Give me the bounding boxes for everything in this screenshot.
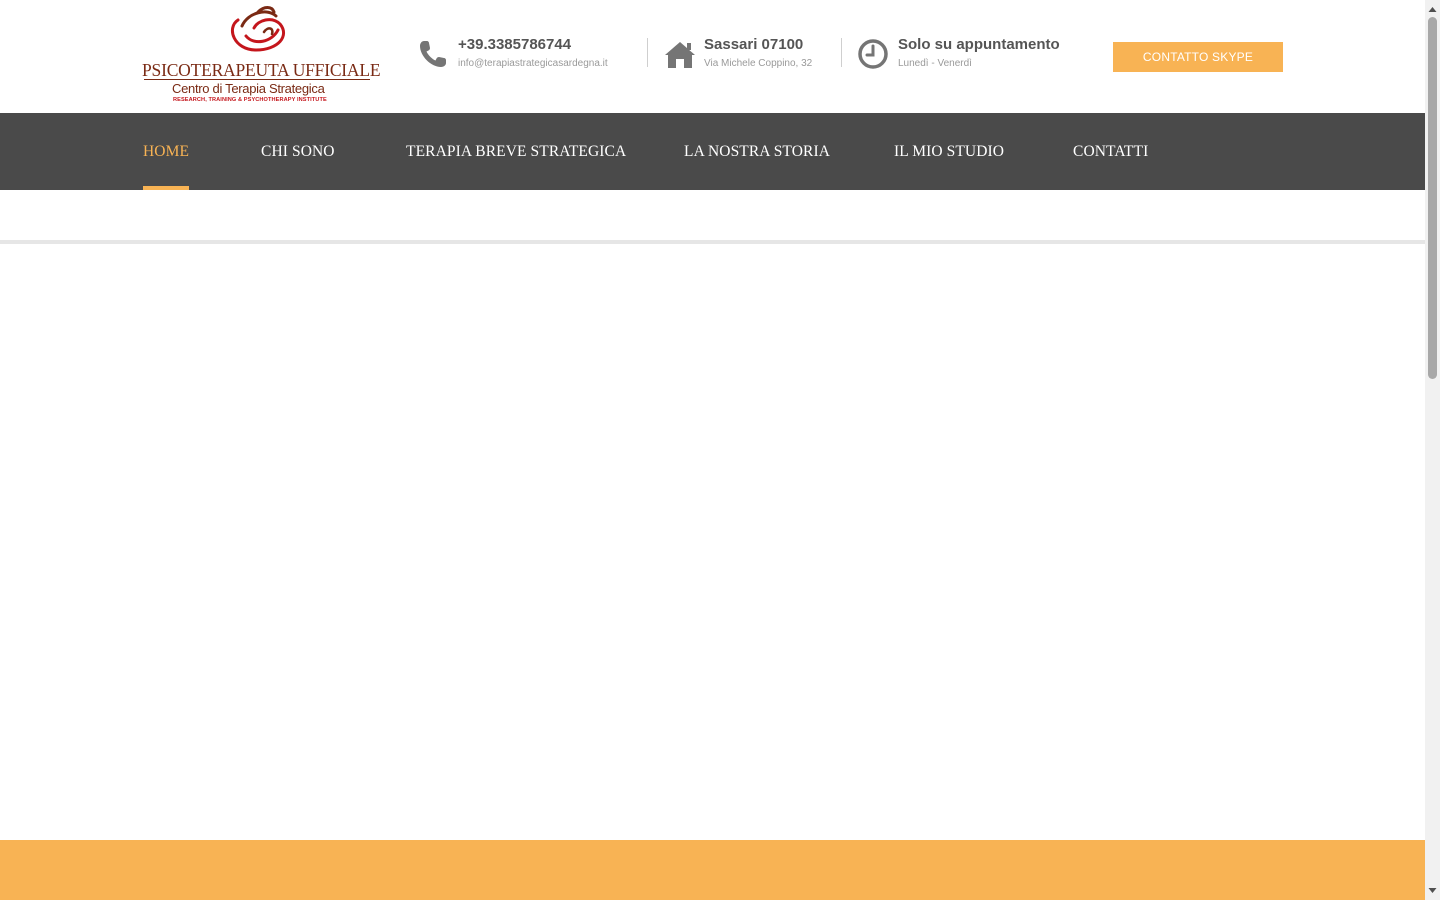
header-separator (841, 38, 842, 67)
page: PSICOTERAPEUTA UFFICIALE Centro di Terap… (0, 0, 1425, 900)
hours-days: Lunedì - Venerdì (898, 58, 972, 69)
home-icon (665, 42, 695, 68)
nav-item-label: TERAPIA BREVE STRATEGICA (406, 143, 627, 160)
nav-item-home[interactable]: HOME (143, 113, 190, 190)
nav-item-label: HOME (143, 143, 190, 160)
email-link[interactable]: info@terapiastrategicasardegna.it (458, 58, 608, 69)
city: Sassari 07100 (704, 36, 804, 53)
nav-item-chi-sono[interactable]: CHI SONO (261, 113, 335, 190)
header-separator (647, 38, 648, 67)
logo-tagline: RESEARCH, TRAINING & PSYCHOTHERAPY INSTI… (173, 97, 327, 103)
logo-divider (144, 79, 370, 80)
nav-item-il-mio-studio[interactable]: IL MIO STUDIO (894, 113, 1004, 190)
logo-emblem-icon (231, 6, 286, 52)
main-navigation: HOME CHI SONO TERAPIA BREVE STRATEGICA L… (0, 113, 1425, 190)
nav-item-terapia-breve-strategica[interactable]: TERAPIA BREVE STRATEGICA (406, 113, 626, 190)
street-address: Via Michele Coppino, 32 (704, 58, 813, 69)
logo-subtitle: Centro di Terapia Strategica (172, 81, 325, 96)
accent-band (0, 840, 1425, 900)
nav-item-label: LA NOSTRA STORIA (684, 143, 831, 160)
phone-info: +39.3385786744 info@terapiastrategicasar… (417, 36, 637, 76)
address-info: Sassari 07100 Via Michele Coppino, 32 (664, 36, 834, 76)
site-header: PSICOTERAPEUTA UFFICIALE Centro di Terap… (0, 0, 1425, 113)
section-divider (0, 240, 1425, 244)
site-logo[interactable]: PSICOTERAPEUTA UFFICIALE Centro di Terap… (142, 6, 381, 106)
page-scrollbar[interactable] (1425, 0, 1440, 900)
clock-icon (858, 39, 888, 69)
nav-item-la-nostra-storia[interactable]: LA NOSTRA STORIA (684, 113, 830, 190)
logo-title: PSICOTERAPEUTA UFFICIALE (142, 60, 381, 80)
nav-active-indicator (143, 186, 190, 190)
nav-item-contatti[interactable]: CONTATTI (1073, 113, 1148, 190)
nav-item-label: CHI SONO (261, 143, 335, 160)
scroll-down-icon[interactable] (1425, 883, 1440, 898)
phone-number[interactable]: +39.3385786744 (458, 36, 571, 53)
hours-title: Solo su appuntamento (898, 36, 1060, 53)
skype-contact-button[interactable]: CONTATTO SKYPE (1113, 42, 1283, 72)
hours-info: Solo su appuntamento Lunedì - Venerdì (857, 36, 1087, 76)
scroll-up-icon[interactable] (1425, 2, 1440, 17)
scrollbar-thumb[interactable] (1428, 17, 1437, 379)
nav-item-label: CONTATTI (1073, 143, 1149, 160)
phone-icon (420, 41, 446, 67)
nav-item-label: IL MIO STUDIO (894, 143, 1005, 160)
